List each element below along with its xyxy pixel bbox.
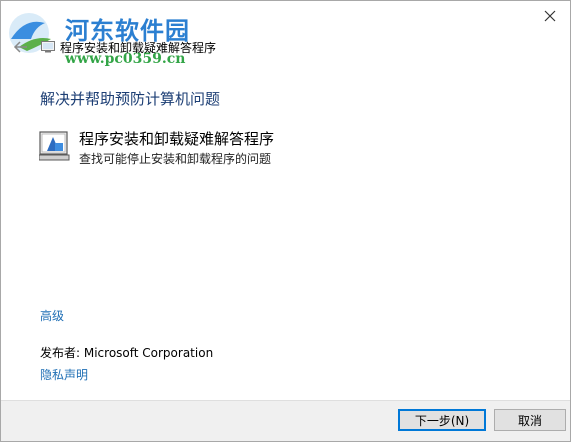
option-description: 查找可能停止安装和卸载程序的问题 bbox=[79, 152, 272, 166]
option-title: 程序安装和卸载疑难解答程序 bbox=[79, 130, 275, 148]
cancel-button[interactable]: 取消 bbox=[494, 409, 566, 431]
publisher-text: 发布者: Microsoft Corporation bbox=[40, 346, 214, 360]
privacy-statement-link[interactable]: 隐私声明 bbox=[40, 366, 88, 383]
close-icon bbox=[544, 10, 556, 22]
troubleshooter-small-icon bbox=[41, 41, 55, 53]
window-title: 程序安装和卸载疑难解答程序 bbox=[60, 41, 217, 55]
page-heading: 解决并帮助预防计算机问题 bbox=[40, 90, 221, 108]
advanced-link[interactable]: 高级 bbox=[40, 307, 64, 324]
troubleshooter-window: 河东软件园 www.pc0359.cn 程序安装和卸载疑难解答程序 解决并帮助预… bbox=[0, 0, 571, 442]
program-install-icon bbox=[39, 131, 70, 161]
footer-bar: 下一步(N) 取消 bbox=[1, 400, 570, 441]
next-button[interactable]: 下一步(N) bbox=[398, 409, 486, 431]
back-arrow-icon[interactable] bbox=[13, 39, 29, 55]
troubleshooter-option[interactable]: 程序安装和卸载疑难解答程序 查找可能停止安装和卸载程序的问题 bbox=[39, 127, 459, 173]
close-button[interactable] bbox=[536, 5, 564, 27]
